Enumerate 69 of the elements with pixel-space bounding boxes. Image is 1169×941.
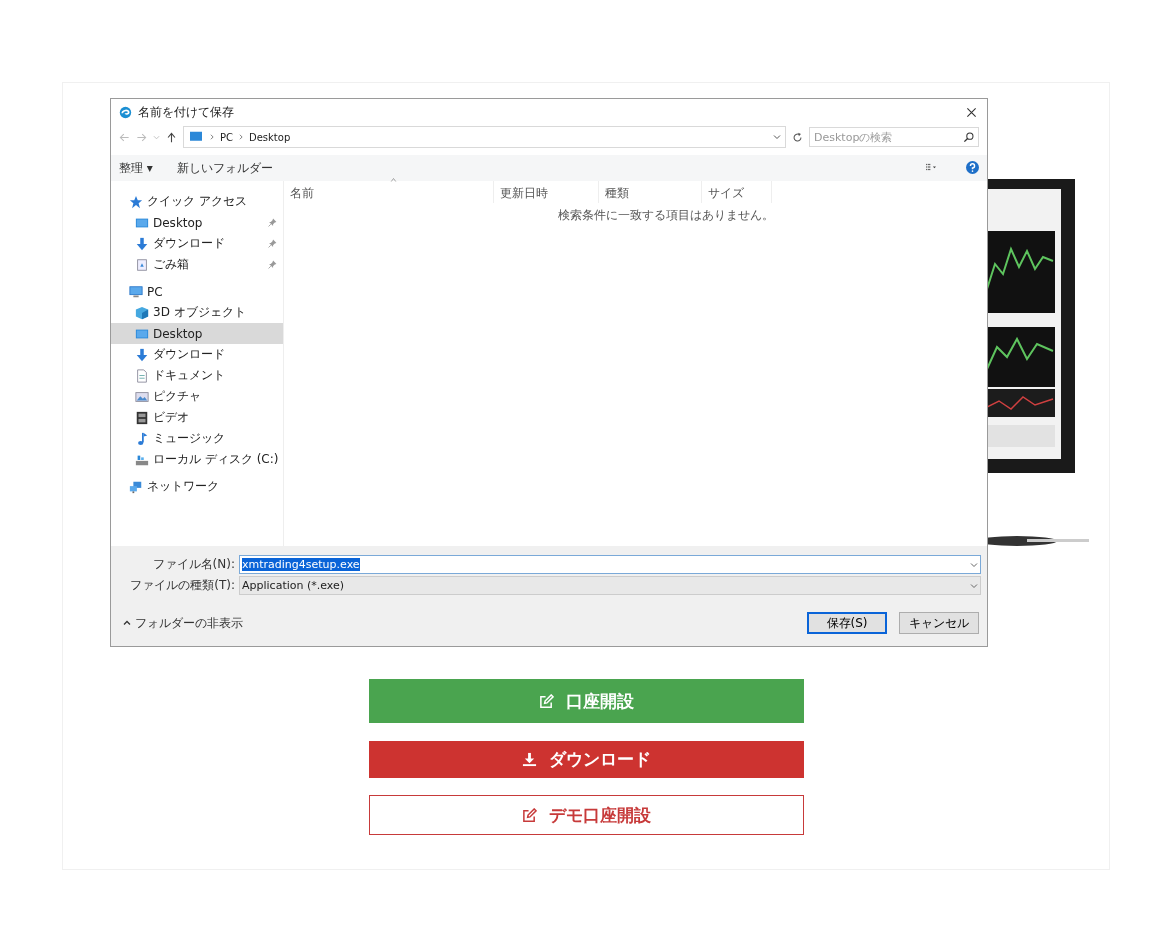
refresh-icon (792, 131, 803, 143)
chevron-up-icon (123, 618, 131, 627)
window-title: 名前を付けて保存 (138, 103, 235, 121)
chevron-down-icon (970, 560, 978, 569)
edit-icon (521, 807, 537, 823)
sidebar-item[interactable]: ごみ箱 (111, 254, 283, 275)
chevron-right-icon (209, 134, 215, 140)
sidebar-item[interactable]: ダウンロード (111, 344, 283, 365)
breadcrumb[interactable]: Desktop (249, 131, 291, 143)
computer-icon (188, 131, 204, 143)
sidebar-item[interactable]: PC (111, 281, 283, 302)
sidebar-item[interactable]: ダウンロード (111, 233, 283, 254)
forward-arrow-icon (136, 131, 147, 143)
sidebar-item[interactable]: ビデオ (111, 407, 283, 428)
chevron-down-icon (970, 581, 978, 590)
sidebar-item[interactable]: クイック アクセス (111, 191, 283, 212)
star-icon (129, 194, 143, 209)
browser-logo-icon (119, 105, 132, 119)
empty-message: 検索条件に一致する項目はありません。 (556, 207, 775, 224)
sidebar-item[interactable]: ピクチャ (111, 386, 283, 407)
search-icon (963, 132, 974, 143)
file-name-field[interactable]: xmtrading4setup.exe (239, 555, 981, 574)
column-header[interactable]: サイズ (702, 181, 772, 203)
down-arrow-icon (135, 236, 149, 251)
action-button[interactable]: デモ口座開設 (368, 795, 804, 835)
field-label: ファイル名(N): (151, 556, 235, 573)
download-icon (521, 752, 537, 767)
up-arrow-icon (166, 131, 177, 143)
film-icon (135, 410, 149, 425)
sidebar-item[interactable]: ドキュメント (111, 365, 283, 386)
sidebar-item[interactable]: 3D オブジェクト (111, 302, 283, 323)
cube-icon (135, 305, 149, 320)
save-button[interactable]: 保存(S) (807, 612, 887, 634)
sidebar-item[interactable]: ネットワーク (111, 476, 283, 497)
sidebar-item[interactable]: Desktop (111, 212, 283, 233)
pin-icon (268, 260, 277, 269)
computer-icon (129, 284, 143, 299)
edit-icon (538, 693, 554, 709)
recycle-bin-icon (135, 257, 149, 272)
column-header[interactable]: 名前 (284, 181, 494, 203)
image-icon (135, 389, 149, 404)
new-folder-button[interactable]: 新しいフォルダー (176, 159, 273, 177)
chevron-down-icon (773, 133, 781, 141)
help-icon (966, 160, 979, 174)
breadcrumb[interactable]: PC (220, 131, 233, 143)
sidebar-item[interactable]: ミュージック (111, 428, 283, 449)
action-button[interactable]: ダウンロード (368, 741, 804, 778)
chevron-right-icon (238, 134, 244, 140)
document-icon (135, 368, 149, 383)
pin-icon (268, 218, 277, 227)
field-label: ファイルの種類(T): (129, 577, 235, 594)
hide-folders-button[interactable]: フォルダーの非表示 (123, 614, 243, 632)
sidebar-item[interactable]: ローカル ディスク (C:) (111, 449, 283, 470)
pin-icon (268, 239, 277, 248)
back-arrow-icon (119, 131, 130, 143)
close-icon (966, 106, 977, 118)
column-header[interactable]: 更新日時 (494, 181, 599, 203)
sidebar-item[interactable]: Desktop (111, 323, 283, 344)
cancel-button[interactable]: キャンセル (899, 612, 979, 634)
file-type-dropdown[interactable]: Application (*.exe) (239, 576, 981, 595)
chevron-down-icon (153, 133, 160, 141)
organize-menu[interactable]: 整理 ▾ (119, 159, 153, 177)
network-icon (129, 479, 143, 494)
column-header[interactable]: 種類 (599, 181, 702, 203)
address-bar[interactable]: PC Desktop (183, 126, 786, 148)
sort-caret-icon (388, 177, 398, 183)
down-arrow-icon (135, 347, 149, 362)
music-note-icon (135, 431, 149, 446)
search-field[interactable]: Desktopの検索 (809, 127, 979, 147)
